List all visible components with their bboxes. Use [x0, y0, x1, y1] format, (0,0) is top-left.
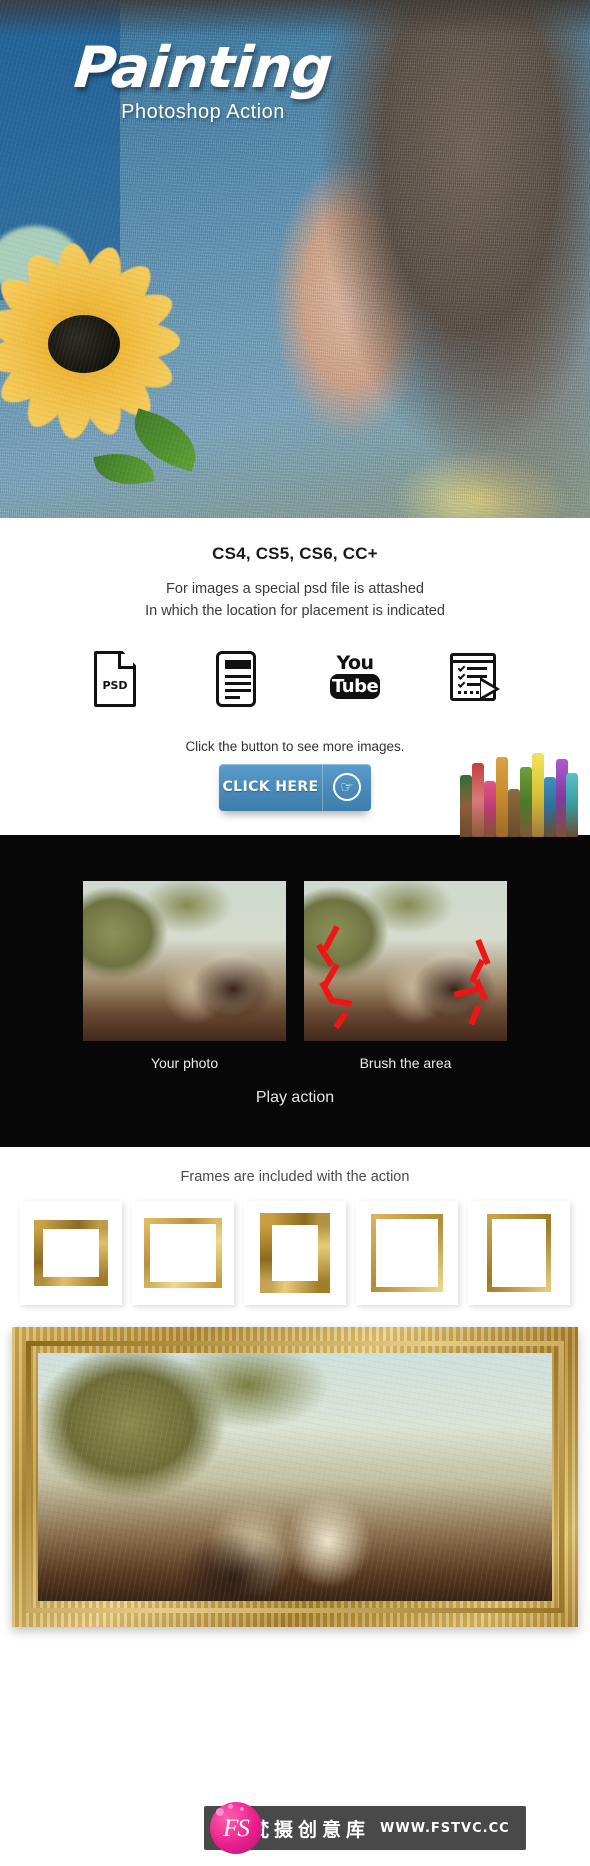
readme-document-icon[interactable]: [204, 650, 266, 713]
frame-slim-gold[interactable]: [356, 1200, 458, 1305]
hero-banner: Painting Photoshop Action: [0, 0, 590, 518]
photo-before: [83, 880, 286, 1041]
label-your-photo: Your photo: [150, 1054, 219, 1071]
red-brush-strokes: [304, 881, 507, 1041]
frames-row: [0, 1200, 590, 1305]
watermark-url: WWW.FSTVC.CC: [380, 1820, 510, 1836]
page-title: Painting: [71, 35, 335, 101]
click-here-label: CLICK HERE: [222, 779, 319, 796]
watermark-brand: 梵摄创意库: [250, 1818, 371, 1841]
paintbrushes-image: [456, 752, 578, 837]
psd-label: PSD: [102, 678, 128, 692]
compatibility-text: CS4, CS5, CS6, CC+: [212, 544, 378, 563]
workflow-labels: Your photo Brush the area: [0, 1055, 590, 1071]
description-text: For images a special psd file is attashe…: [0, 578, 590, 623]
youtube-label-bottom: Tube: [330, 673, 380, 699]
frames-section: Frames are included with the action: [0, 1146, 590, 1627]
info-section: CS4, CS5, CS6, CC+ For images a special …: [0, 518, 590, 837]
canvas-texture: [38, 1352, 552, 1601]
page-fold-icon: [118, 653, 133, 669]
frame-thin-gold[interactable]: [132, 1200, 234, 1305]
click-here-button[interactable]: CLICK HERE ☞: [219, 763, 371, 811]
label-brush-the-area: Brush the area: [359, 1054, 452, 1071]
framed-painting-preview: [12, 1327, 578, 1627]
label-play-action: Play action: [255, 1088, 335, 1106]
description-line-2: In which the location for placement is i…: [145, 603, 445, 620]
frame-ornate-wide[interactable]: [20, 1200, 122, 1305]
hand-pointer-icon: ☞: [323, 773, 371, 802]
youtube-label-top: You: [336, 651, 374, 674]
cursor-arrow-icon: [480, 676, 500, 701]
photo-brushed: [304, 880, 507, 1041]
description-line-1: For images a special psd file is attashe…: [166, 581, 424, 597]
cta-section: Click the button to see more images. CLI…: [0, 738, 590, 837]
youtube-icon[interactable]: You Tube: [324, 651, 386, 713]
page-root: Painting Photoshop Action CS4, CS5, CS6,…: [0, 0, 590, 1866]
page-subtitle: Photoshop Action: [121, 101, 285, 123]
frame-narrow-gold[interactable]: [468, 1200, 570, 1305]
workflow-photos: [0, 880, 590, 1041]
psd-file-icon[interactable]: PSD: [84, 650, 146, 713]
feature-icon-row: PSD You Tube: [0, 650, 590, 713]
fs-logo-text: FS: [223, 1814, 250, 1842]
frames-title: Frames are included with the action: [180, 1168, 410, 1185]
fs-logo-icon: FS: [210, 1802, 262, 1854]
watermark-bar: FS 梵摄创意库 WWW.FSTVC.CC: [204, 1802, 526, 1854]
frame-thick-gold[interactable]: [244, 1200, 346, 1305]
cta-helper-text: Click the button to see more images.: [185, 738, 405, 754]
checklist-play-icon[interactable]: [444, 651, 506, 713]
painting-artwork: [38, 1352, 552, 1601]
workflow-section: Your photo Brush the area Play action: [0, 834, 590, 1147]
hero-title-block: Painting Photoshop Action: [68, 35, 338, 124]
